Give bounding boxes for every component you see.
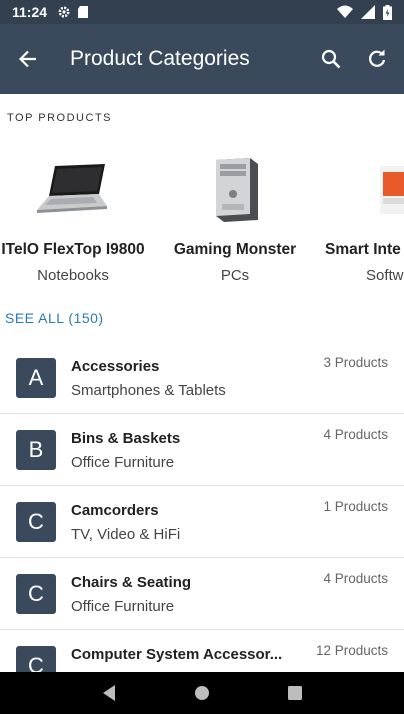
list-item[interactable]: C Camcorders TV, Video & HiFi 1 Products: [0, 486, 404, 558]
search-button[interactable]: [308, 36, 354, 82]
list-item[interactable]: C Computer System Accessor... 12 Product…: [0, 630, 404, 672]
search-icon: [321, 49, 341, 69]
category-title: Bins & Baskets: [71, 430, 181, 447]
category-letter-avatar: C: [16, 646, 56, 672]
list-item[interactable]: C Chairs & Seating Office Furniture 4 Pr…: [0, 558, 404, 630]
top-products-header: TOP PRODUCTS: [7, 112, 112, 124]
product-name: ITelO FlexTop I9800: [1, 241, 145, 258]
category-letter-avatar: C: [16, 502, 56, 542]
product-count: 12 Products: [315, 643, 388, 658]
product-card[interactable]: Gaming Monster PCs: [160, 150, 310, 284]
category-subtitle: Office Furniture: [71, 454, 175, 471]
software-box-image: [322, 150, 404, 230]
refresh-button[interactable]: [354, 36, 400, 82]
category-title: Accessories: [71, 358, 160, 375]
product-category: Softw: [366, 267, 404, 284]
category-title: Computer System Accessor...: [71, 646, 283, 663]
product-name: Gaming Monster: [173, 241, 297, 258]
laptop-image: [0, 150, 148, 230]
sd-card-icon: [78, 6, 89, 18]
settings-gear-icon: [58, 6, 70, 18]
product-count: 3 Products: [323, 355, 388, 370]
category-subtitle: Smartphones & Tablets: [71, 382, 226, 399]
page-title: Product Categories: [70, 47, 250, 70]
product-count: 1 Products: [323, 499, 388, 514]
back-button[interactable]: [0, 31, 56, 87]
category-subtitle: TV, Video & HiFi: [71, 526, 181, 543]
product-count: 4 Products: [323, 571, 388, 586]
refresh-icon: [369, 49, 386, 67]
product-category: Notebooks: [37, 267, 109, 284]
nav-back-icon[interactable]: [101, 684, 117, 702]
status-time: 11:24: [12, 4, 48, 20]
signal-icon: [361, 5, 375, 19]
status-bar: 11:24: [0, 0, 404, 24]
system-nav-bar: [0, 672, 404, 714]
list-item[interactable]: B Bins & Baskets Office Furniture 4 Prod…: [0, 414, 404, 486]
category-letter-avatar: C: [16, 574, 56, 614]
product-card[interactable]: Smart Inte Softw: [322, 150, 404, 284]
category-letter-avatar: A: [16, 358, 56, 398]
category-title: Chairs & Seating: [71, 574, 192, 591]
category-letter-avatar: B: [16, 430, 56, 470]
nav-home-icon[interactable]: [194, 685, 210, 701]
list-item[interactable]: A Accessories Smartphones & Tablets 3 Pr…: [0, 342, 404, 414]
category-title: Camcorders: [71, 502, 159, 519]
product-card[interactable]: ITelO FlexTop I9800 Notebooks: [0, 150, 148, 284]
see-all-link[interactable]: SEE ALL (150): [5, 310, 104, 326]
app-bar: Product Categories: [0, 24, 404, 94]
nav-recents-icon[interactable]: [287, 685, 303, 701]
back-arrow-icon: [19, 50, 36, 68]
wifi-icon: [337, 5, 353, 18]
product-name: Smart Inte: [325, 241, 401, 258]
product-count: 4 Products: [323, 427, 388, 442]
category-subtitle: Office Furniture: [71, 598, 175, 615]
pc-tower-image: [160, 150, 310, 230]
battery-icon: [383, 4, 392, 20]
category-list: A Accessories Smartphones & Tablets 3 Pr…: [0, 342, 404, 672]
product-category: PCs: [220, 267, 250, 284]
top-products-section: TOP PRODUCTS ITelO FlexTop I9800 Noteboo…: [0, 94, 404, 346]
